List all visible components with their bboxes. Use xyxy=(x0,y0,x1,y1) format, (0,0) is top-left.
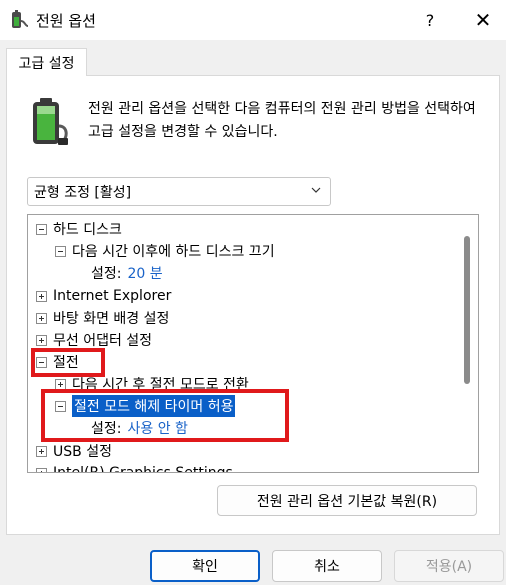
restore-defaults-button[interactable]: 전원 관리 옵션 기본값 복원(R) xyxy=(217,485,477,516)
title-bar: 전원 옵션 ? ✕ xyxy=(0,0,506,40)
setting-label: 설정: xyxy=(91,266,122,282)
tree-item-hard-disk-setting[interactable]: 설정: 20 분 xyxy=(91,262,163,284)
tree-item-label: Intel(R) Graphics Settings xyxy=(53,465,233,473)
expand-toggle-icon[interactable] xyxy=(36,445,47,457)
expand-toggle-icon[interactable] xyxy=(36,312,47,324)
close-icon: ✕ xyxy=(474,8,492,32)
expand-toggle-icon[interactable] xyxy=(55,378,66,390)
tree-item-label: 바탕 화면 배경 설정 xyxy=(53,311,170,327)
collapse-toggle-icon[interactable] xyxy=(36,223,47,235)
setting-value[interactable]: 20 분 xyxy=(127,263,162,283)
highlight-box-wake-timers xyxy=(41,389,289,442)
tree-item-hard-disk[interactable]: 하드 디스크 xyxy=(36,218,122,240)
cancel-button[interactable]: 취소 xyxy=(272,550,382,582)
power-plan-value: 균형 조정 [활성] xyxy=(34,184,132,201)
tree-item-usb[interactable]: USB 설정 xyxy=(36,440,112,462)
tree-item-hard-disk-off[interactable]: 다음 시간 이후에 하드 디스크 끄기 xyxy=(55,240,275,262)
tree-item-label: USB 설정 xyxy=(53,444,112,460)
close-button[interactable]: ✕ xyxy=(460,0,506,40)
expand-toggle-icon[interactable] xyxy=(36,290,47,302)
description-text: 전원 관리 옵션을 선택한 다음 컴퓨터의 전원 관리 방법을 선택하여 고급 … xyxy=(88,101,476,140)
tree-item-intel-graphics[interactable]: Intel(R) Graphics Settings xyxy=(36,462,233,473)
tree-item-internet-explorer[interactable]: Internet Explorer xyxy=(36,285,171,307)
expand-toggle-icon[interactable] xyxy=(36,467,47,472)
tree-item-label: Internet Explorer xyxy=(53,288,172,304)
tree-item-label: 하드 디스크 xyxy=(53,222,122,238)
expand-toggle-icon[interactable] xyxy=(36,334,47,346)
help-button[interactable]: ? xyxy=(410,0,450,40)
collapse-toggle-icon[interactable] xyxy=(55,245,66,257)
tab-advanced-settings[interactable]: 고급 설정 xyxy=(6,48,87,76)
battery-plug-icon xyxy=(33,98,68,145)
tree-scrollbar[interactable] xyxy=(464,236,470,384)
highlight-box-sleep xyxy=(31,348,105,377)
chevron-down-icon xyxy=(311,187,321,193)
tab-label: 고급 설정 xyxy=(18,55,75,72)
apply-button[interactable]: 적용(A) xyxy=(394,550,504,582)
power-options-icon xyxy=(12,10,29,28)
ok-button[interactable]: 확인 xyxy=(150,550,260,582)
tree-item-desktop-background[interactable]: 바탕 화면 배경 설정 xyxy=(36,307,169,329)
tree-item-label: 다음 시간 이후에 하드 디스크 끄기 xyxy=(72,244,275,260)
power-plan-select[interactable]: 균형 조정 [활성] xyxy=(27,177,331,206)
window-title: 전원 옵션 xyxy=(36,12,96,30)
tree-item-label: 무선 어댑터 설정 xyxy=(53,333,153,349)
help-icon: ? xyxy=(425,10,435,30)
